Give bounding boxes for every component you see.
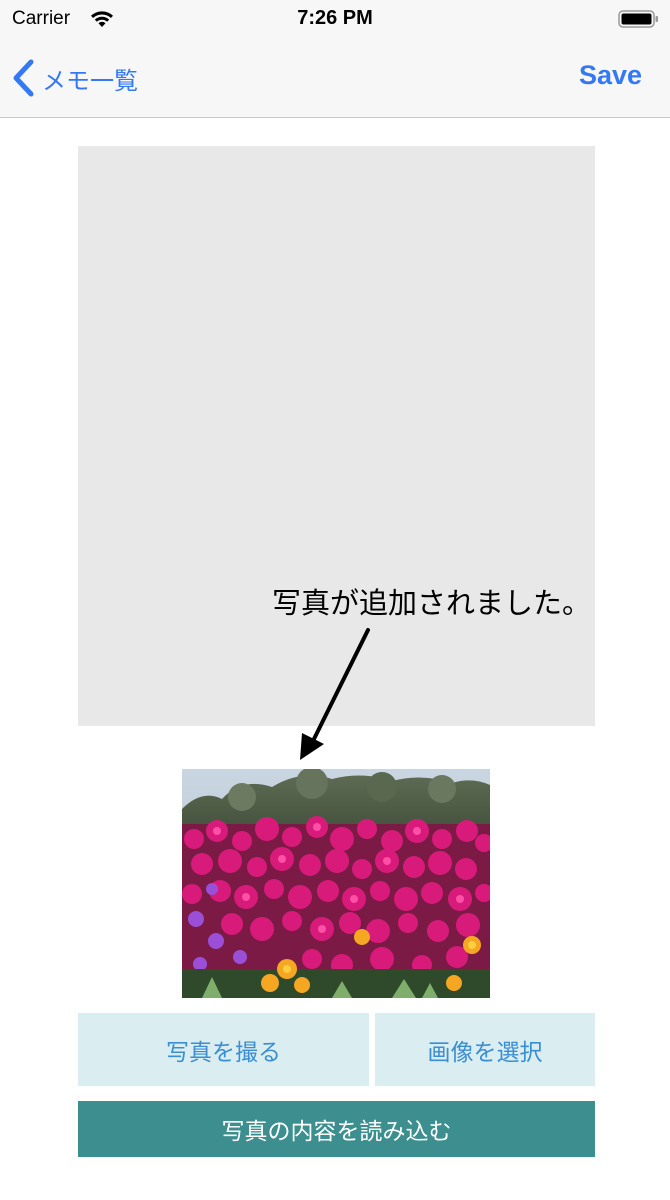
chevron-left-icon xyxy=(13,59,34,97)
annotation-arrow xyxy=(300,628,370,760)
select-image-button[interactable]: 画像を選択 xyxy=(375,1013,595,1086)
status-bar: Carrier 7:26 PM xyxy=(0,0,670,40)
navigation-bar: メモ一覧 Save xyxy=(0,40,670,118)
flowers-photo-image xyxy=(182,769,490,998)
battery-icon xyxy=(618,10,658,28)
back-button-label: メモ一覧 xyxy=(42,66,138,95)
annotation-text: 写真が追加されました。 xyxy=(272,586,592,620)
read-photo-content-button[interactable]: 写真の内容を読み込む xyxy=(78,1101,595,1157)
flowers-photo[interactable] xyxy=(182,769,490,998)
clock: 7:26 PM xyxy=(297,7,373,29)
back-button[interactable]: メモ一覧 xyxy=(10,56,138,100)
save-button[interactable]: Save xyxy=(579,60,642,91)
take-photo-button[interactable]: 写真を撮る xyxy=(78,1013,369,1086)
